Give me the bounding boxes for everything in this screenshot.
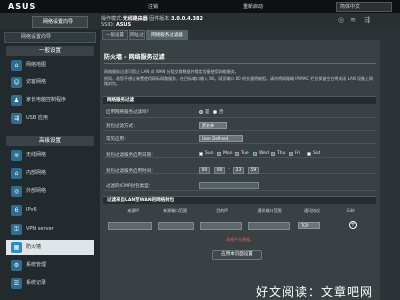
sidebar-item-guest-network[interactable]: ☺ 访客网络 <box>6 75 94 90</box>
date-label: 封包过滤服务启用日期： <box>106 153 156 158</box>
day-checkbox-mon[interactable] <box>217 152 221 156</box>
day-checkbox-wed[interactable] <box>253 152 257 156</box>
day-label: Mon <box>223 151 233 156</box>
wireless-icon: ≋ <box>11 150 22 161</box>
quick-setup-button[interactable]: 网络设置向导 <box>32 16 88 28</box>
day-checkbox-tue[interactable] <box>235 152 239 156</box>
system-log-icon: ☰ <box>11 278 22 289</box>
firewall-icon: ▦ <box>11 242 22 253</box>
section-header: 网络服务过滤 <box>103 96 376 104</box>
icmp-input[interactable] <box>199 182 259 189</box>
page-title: 防火墙 - 网络服务过滤 <box>104 54 165 61</box>
sidebar-item-usb[interactable]: ⇶ USB 应用 <box>6 111 94 126</box>
source-ip-input[interactable] <box>108 222 152 230</box>
globe-icon[interactable]: ◎ <box>336 16 346 25</box>
column-header: 通讯协议 <box>304 208 320 213</box>
tab-url-filter[interactable]: 网址过滤 <box>129 30 145 48</box>
watermark-text: 好文阅读：文章吧网 <box>256 285 374 299</box>
sidebar-item-lan[interactable]: ⌂ 内部网络 <box>6 166 94 181</box>
tab-network-service-filter[interactable]: 网络服务过滤器 <box>146 30 188 40</box>
title-divider <box>104 63 376 64</box>
language-select[interactable]: 简体中文 <box>336 2 392 12</box>
day-label: Tue <box>241 151 249 156</box>
asus-logo: ASUS <box>8 2 37 11</box>
sidebar-item-parental-control[interactable]: ♟ 家长电脑控制程序 <box>6 93 94 108</box>
sidebar-item-ipv6[interactable]: 6 IPv6 <box>6 203 94 218</box>
apply-button[interactable]: 应用本页面设置 <box>212 250 262 260</box>
network-map-icon: ⌂ <box>11 60 22 71</box>
day-checkbox-sat[interactable] <box>307 152 311 156</box>
time-to-minute-input[interactable]: 59 <box>248 167 259 174</box>
time-label: 封包过滤服务启用时间： <box>106 169 156 174</box>
filter-table-select[interactable]: 黑名单 <box>199 122 227 129</box>
day-label: Thu <box>277 151 286 156</box>
form-row <box>103 118 376 131</box>
guest-network-icon: ☺ <box>11 77 22 88</box>
day-checkbox-thu[interactable] <box>271 152 275 156</box>
reboot-button[interactable]: 重新启动 <box>225 3 281 12</box>
column-header: 来源IP <box>127 208 139 213</box>
sidebar-item-administration[interactable]: ⚙ 系统管理 <box>6 258 94 273</box>
wifi-icon[interactable]: ≋ <box>348 16 358 25</box>
sidebar-item-vpn[interactable]: ⚿ VPN server <box>6 222 94 237</box>
day-label: Fri <box>295 151 301 156</box>
sidebar-item-wireless[interactable]: ≋ 无线网络 <box>6 148 94 163</box>
protocol-select[interactable]: TCP <box>298 222 320 229</box>
page-description-line-2: 例如，若您不想让装置使用网际网路服务，在目标端口输入 80。网页端口 80 的交… <box>104 76 373 86</box>
filter-table-header: 过滤来自LAN至WAN的网络封包 <box>103 196 376 204</box>
sidebar-quick-setup[interactable]: 网络设置向导 <box>4 32 96 43</box>
lan-icon: ⌂ <box>11 168 22 179</box>
sidebar-item-firewall[interactable]: ▦ 防火墙 <box>6 240 94 255</box>
administration-icon: ⚙ <box>11 260 22 271</box>
source-port-input[interactable] <box>158 222 194 230</box>
sidebar-item-wan[interactable]: ◎ 外部网络 <box>6 184 94 199</box>
wan-icon: ◎ <box>11 186 22 197</box>
port-range-input[interactable] <box>248 222 290 230</box>
well-known-select[interactable]: User Defined <box>199 135 243 142</box>
no-data-text: 表格中无数据。 <box>226 237 254 242</box>
parental-control-icon: ♟ <box>11 95 22 106</box>
time-separator: - <box>228 167 230 172</box>
day-label: Sat <box>313 151 321 156</box>
day-label: Sun <box>205 151 214 156</box>
tab-general[interactable]: 一般设置 <box>102 30 128 40</box>
page-description-line-1: 网络服务过滤可阻止 LAN 对 WAN 分组交换数据并限定设备使用网络服务。 <box>104 69 239 74</box>
day-label: Wed <box>259 151 269 156</box>
column-header: 通讯端口范围 <box>257 208 282 213</box>
sidebar-item-network-map[interactable]: ⌂ 网络地图 <box>6 58 94 73</box>
enable-yes-radio[interactable] <box>199 110 203 114</box>
usb-icon: ⇶ <box>11 113 22 124</box>
enable-label: 启用网络服务过滤吗？ <box>106 110 151 115</box>
enable-yes-label: 是 <box>205 110 210 115</box>
column-header: 来源端口范围 <box>163 208 187 213</box>
destination-ip-input[interactable] <box>200 222 242 230</box>
column-header: 目的IP <box>216 208 228 213</box>
enable-no-radio[interactable] <box>213 110 217 114</box>
logout-button[interactable]: 注销 <box>128 3 178 12</box>
icmp-label: 过滤的ICMP封包类型： <box>106 184 154 189</box>
vpn-icon: ⚿ <box>11 224 22 235</box>
well-known-label: 常见应用： <box>106 137 129 142</box>
time-to-hour-input[interactable]: 23 <box>233 167 244 174</box>
day-checkbox-sun[interactable] <box>199 152 203 156</box>
filter-table-label: 封包过滤方式： <box>106 124 138 129</box>
sidebar-advanced-title: 高级设置 <box>6 136 94 146</box>
time-from-minute-input[interactable]: 00 <box>214 167 225 174</box>
day-checkbox-fri[interactable] <box>289 152 293 156</box>
ipv6-icon: 6 <box>11 205 22 216</box>
sidebar-item-system-log[interactable]: ☰ 系统记录 <box>6 276 94 291</box>
sidebar-general-title: 一般设置 <box>6 46 94 56</box>
add-rule-icon[interactable]: + <box>349 221 357 229</box>
column-header: Edit <box>347 208 355 213</box>
status-info: 操作模式:无线路由器 固件版本:3.0.0.4.382 SSID: ASUS <box>101 16 203 28</box>
usb-status-icon[interactable]: ⇶ <box>362 16 372 25</box>
time-from-hour-input[interactable]: 00 <box>199 167 210 174</box>
enable-no-label: 否 <box>219 110 224 115</box>
